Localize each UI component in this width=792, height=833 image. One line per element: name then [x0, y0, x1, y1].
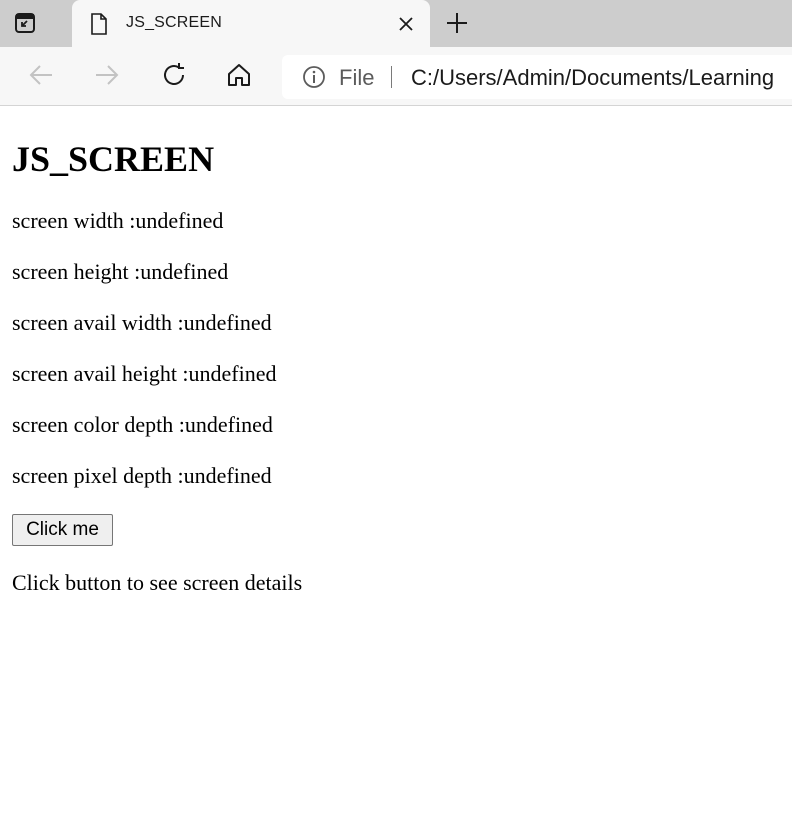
scheme-label: File — [339, 65, 375, 90]
tab-actions-icon[interactable] — [13, 11, 37, 35]
page-content: JS_SCREEN screen width :undefined screen… — [0, 106, 792, 833]
screen-pixel-depth-line: screen pixel depth :undefined — [12, 463, 272, 488]
page-title: JS_SCREEN — [12, 139, 215, 179]
screen-avail-width-line: screen avail width :undefined — [12, 310, 272, 335]
home-icon[interactable] — [224, 60, 254, 90]
address-divider — [391, 66, 392, 88]
address-bar[interactable]: File C:/Users/Admin/Documents/Learning — [282, 55, 792, 99]
plus-icon[interactable] — [444, 10, 470, 36]
hint-text: Click button to see screen details — [12, 570, 303, 595]
info-icon[interactable] — [302, 65, 326, 89]
screen-avail-height-line: screen avail height :undefined — [12, 361, 277, 386]
tab-strip: JS_SCREEN — [0, 0, 792, 47]
screen-height-line: screen height :undefined — [12, 259, 229, 284]
tab-js-screen[interactable]: JS_SCREEN — [72, 0, 430, 47]
close-icon[interactable] — [395, 13, 417, 35]
screen-color-depth-line: screen color depth :undefined — [12, 412, 273, 437]
back-arrow-icon[interactable] — [26, 60, 56, 90]
click-me-button[interactable]: Click me — [12, 514, 113, 546]
screen-width-line: screen width :undefined — [12, 208, 224, 233]
page-icon — [89, 12, 109, 36]
refresh-icon[interactable] — [159, 60, 189, 90]
url-text[interactable]: C:/Users/Admin/Documents/Learning — [411, 65, 774, 91]
tab-title: JS_SCREEN — [126, 14, 223, 31]
forward-arrow-icon[interactable] — [92, 60, 122, 90]
browser-toolbar: File C:/Users/Admin/Documents/Learning — [0, 47, 792, 106]
